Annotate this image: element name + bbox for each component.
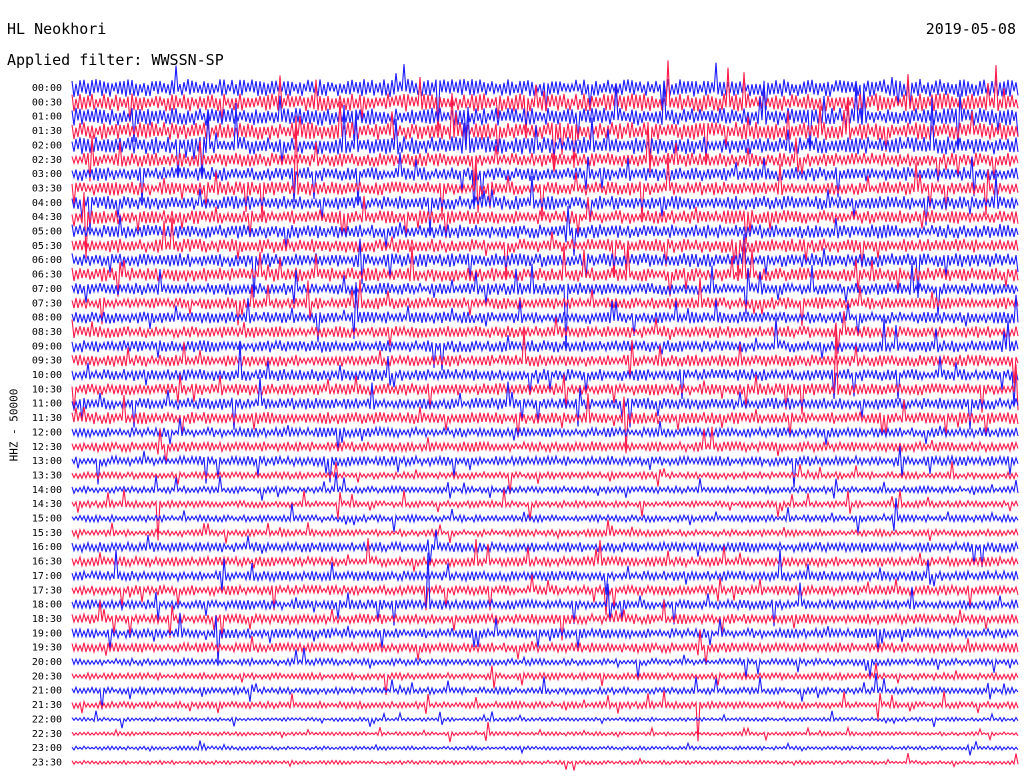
row-time-label: 13:30 <box>32 470 62 481</box>
row-time-label: 02:00 <box>32 140 62 151</box>
row-time-label: 12:30 <box>32 442 62 453</box>
trace-row-2300 <box>71 740 1019 756</box>
trace-row-0200 <box>71 97 1019 179</box>
row-time-label: 16:00 <box>32 542 62 553</box>
row-time-label: 12:00 <box>32 427 62 438</box>
row-time-label: 11:30 <box>32 413 62 424</box>
row-time-label: 20:00 <box>32 657 62 668</box>
row-time-label: 21:30 <box>32 700 62 711</box>
trace-row-2330 <box>71 752 1019 771</box>
row-time-label: 21:00 <box>32 686 62 697</box>
row-time-label: 01:30 <box>32 126 62 137</box>
row-time-label: 10:00 <box>32 370 62 381</box>
row-time-label: 23:30 <box>32 757 62 768</box>
row-time-label: 19:00 <box>32 628 62 639</box>
row-time-label: 17:00 <box>32 571 62 582</box>
row-time-label: 02:30 <box>32 155 62 166</box>
row-time-label: 23:00 <box>32 743 62 754</box>
row-time-label: 05:30 <box>32 241 62 252</box>
row-time-label: 04:30 <box>32 212 62 223</box>
row-time-label: 08:00 <box>32 313 62 324</box>
row-time-label: 18:30 <box>32 614 62 625</box>
row-time-label: 16:30 <box>32 557 62 568</box>
row-time-label: 07:30 <box>32 298 62 309</box>
row-time-label: 07:00 <box>32 284 62 295</box>
row-time-label: 09:30 <box>32 356 62 367</box>
trace-row-1000 <box>71 342 1019 406</box>
row-time-label: 19:30 <box>32 643 62 654</box>
row-time-label: 03:00 <box>32 169 62 180</box>
helicorder-plot: 00:00 00:30 01:00 01:30 02:00 02:30 03:00 03:30… <box>32 60 1019 771</box>
row-time-label: 00:30 <box>32 97 62 108</box>
row-time-label: 04:00 <box>32 198 62 209</box>
row-time-label: 01:00 <box>32 112 62 123</box>
row-time-label: 09:00 <box>32 341 62 352</box>
row-time-label: 05:00 <box>32 227 62 238</box>
row-time-label: 22:30 <box>32 729 62 740</box>
row-time-label: 15:00 <box>32 514 62 525</box>
row-time-label: 17:30 <box>32 585 62 596</box>
row-time-label: 06:00 <box>32 255 62 266</box>
trace-row-0030 <box>71 60 1019 134</box>
trace-row-1300 <box>71 445 1019 488</box>
row-time-label: 18:00 <box>32 600 62 611</box>
row-time-label: 15:30 <box>32 528 62 539</box>
row-time-label: 13:00 <box>32 456 62 467</box>
row-time-label: 08:30 <box>32 327 62 338</box>
row-time-label: 11:00 <box>32 399 62 410</box>
row-time-label: 00:00 <box>32 83 62 94</box>
trace-row-1730 <box>71 574 1019 616</box>
row-time-label: 06:30 <box>32 270 62 281</box>
row-time-label: 14:30 <box>32 499 62 510</box>
trace-row-2200 <box>71 710 1019 729</box>
trace-row-2230 <box>71 721 1019 743</box>
row-time-label: 22:00 <box>32 714 62 725</box>
row-time-label: 10:30 <box>32 384 62 395</box>
trace-row-0400 <box>71 174 1019 234</box>
row-time-label: 14:00 <box>32 485 62 496</box>
row-time-label: 20:30 <box>32 671 62 682</box>
row-time-label: 03:30 <box>32 183 62 194</box>
trace-row-1530 <box>71 519 1019 544</box>
